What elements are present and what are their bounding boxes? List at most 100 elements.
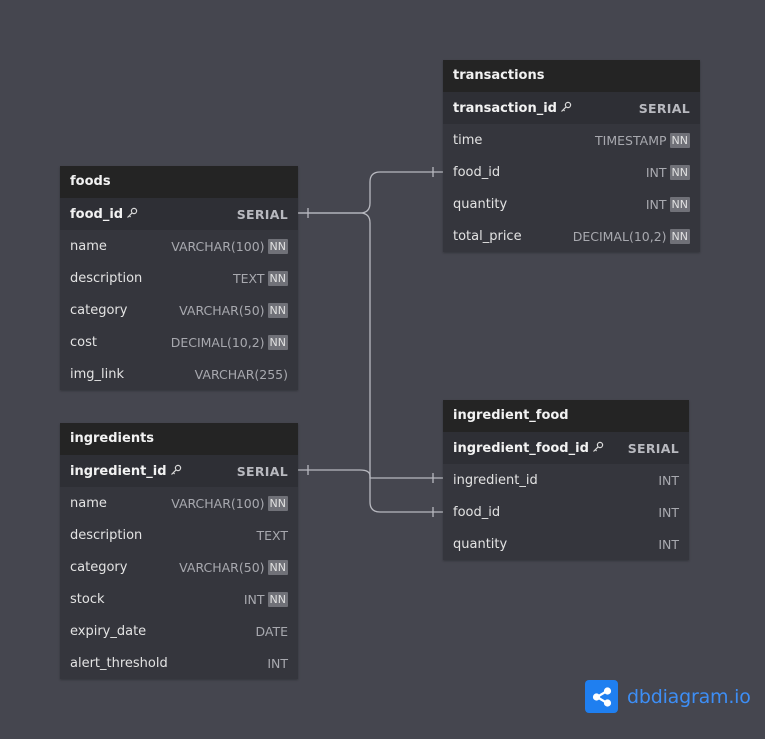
not-null-badge: NN xyxy=(267,559,288,575)
relationship-foods-ingredient-food[interactable] xyxy=(298,212,443,513)
table-header[interactable]: foods xyxy=(60,166,298,198)
not-null-badge: NN xyxy=(267,591,288,607)
field-name: food_id xyxy=(453,504,501,520)
field-type: INT xyxy=(645,196,667,212)
field-name: time xyxy=(453,132,483,148)
primary-key-row[interactable]: transaction_id SERIAL xyxy=(443,92,700,124)
field-type: TEXT xyxy=(256,527,288,543)
field-row[interactable]: stock INT NN xyxy=(60,583,298,615)
field-meta: INT xyxy=(658,473,679,488)
field-meta: SERIAL xyxy=(237,207,288,222)
not-null-badge: NN xyxy=(267,334,288,350)
field-row[interactable]: total_price DECIMAL(10,2) NN xyxy=(443,220,700,252)
not-null-badge: NN xyxy=(669,196,690,212)
field-type: SERIAL xyxy=(638,100,690,116)
brand-logo: dbdiagram.io xyxy=(585,680,751,713)
field-name-wrap: description xyxy=(70,271,142,286)
table-transactions[interactable]: transactions transaction_id SERIAL time TIME… xyxy=(443,60,700,252)
field-row[interactable]: img_link VARCHAR(255) xyxy=(60,358,298,390)
field-name-wrap: ingredient_id xyxy=(453,473,538,488)
field-name: name xyxy=(70,238,107,254)
table-ingredients[interactable]: ingredients ingredient_id SERIAL name VARCHA… xyxy=(60,423,298,679)
not-null-badge: NN xyxy=(267,302,288,318)
not-null-badge: NN xyxy=(267,238,288,254)
field-name-wrap: quantity xyxy=(453,537,507,552)
not-null-badge: NN xyxy=(669,132,690,148)
field-row[interactable]: category VARCHAR(50) NN xyxy=(60,294,298,326)
field-name: cost xyxy=(70,334,97,350)
field-type: DECIMAL(10,2) xyxy=(572,228,667,244)
field-type: TIMESTAMP xyxy=(595,132,667,148)
field-row[interactable]: food_id INT xyxy=(443,496,689,528)
relationship-foods-transactions[interactable] xyxy=(298,171,443,214)
field-name-wrap: name xyxy=(70,239,107,254)
field-name-wrap: food_id xyxy=(453,505,500,520)
field-name: quantity xyxy=(453,196,508,212)
key-icon xyxy=(127,207,138,218)
field-row[interactable]: cost DECIMAL(10,2) NN xyxy=(60,326,298,358)
field-name-wrap: img_link xyxy=(70,367,124,382)
field-row[interactable]: alert_threshold INT xyxy=(60,647,298,679)
field-name-wrap: cost xyxy=(70,335,97,350)
field-name: ingredient_id xyxy=(70,463,167,479)
field-meta: DATE xyxy=(255,624,288,639)
field-name-wrap: name xyxy=(70,496,107,511)
field-row[interactable]: time TIMESTAMP NN xyxy=(443,124,700,156)
field-row[interactable]: ingredient_id INT xyxy=(443,464,689,496)
field-row[interactable]: quantity INT xyxy=(443,528,689,560)
field-name: alert_threshold xyxy=(70,655,168,671)
field-name-wrap: food_id xyxy=(453,165,500,180)
primary-key-row[interactable]: ingredient_id SERIAL xyxy=(60,455,298,487)
key-icon xyxy=(561,101,572,112)
primary-key-row[interactable]: ingredient_food_id SERIAL xyxy=(443,432,689,464)
field-row[interactable]: name VARCHAR(100) NN xyxy=(60,230,298,262)
table-header[interactable]: transactions xyxy=(443,60,700,92)
field-row[interactable]: description TEXT NN xyxy=(60,262,298,294)
field-type: INT xyxy=(658,472,679,488)
field-row[interactable]: expiry_date DATE xyxy=(60,615,298,647)
field-row[interactable]: category VARCHAR(50) NN xyxy=(60,551,298,583)
field-name: category xyxy=(70,559,128,575)
table-ingredient-food[interactable]: ingredient_food ingredient_food_id SERIAL i… xyxy=(443,400,689,560)
field-row[interactable]: name VARCHAR(100) NN xyxy=(60,487,298,519)
brand-name: dbdiagram.io xyxy=(627,685,751,708)
field-name-wrap: transaction_id xyxy=(453,101,572,116)
field-meta: TEXT xyxy=(256,528,288,543)
field-name-wrap: time xyxy=(453,133,482,148)
primary-key-row[interactable]: food_id SERIAL xyxy=(60,198,298,230)
field-name-wrap: ingredient_food_id xyxy=(453,441,604,456)
table-foods[interactable]: foods food_id SERIAL name VARCHAR(100) NN desc… xyxy=(60,166,298,390)
field-name: description xyxy=(70,527,143,543)
diagram-canvas[interactable]: foods food_id SERIAL name VARCHAR(100) NN desc… xyxy=(0,0,765,739)
field-name: food_id xyxy=(70,206,124,222)
field-meta: INT xyxy=(658,537,679,552)
field-name: description xyxy=(70,270,143,286)
field-name: expiry_date xyxy=(70,623,147,639)
key-icon xyxy=(592,441,604,452)
field-type: SERIAL xyxy=(236,463,288,479)
field-meta: INT xyxy=(658,505,679,520)
field-type: VARCHAR(50) xyxy=(179,302,265,318)
field-row[interactable]: food_id INT NN xyxy=(443,156,700,188)
table-header[interactable]: ingredients xyxy=(60,423,298,455)
field-type: INT xyxy=(243,591,265,607)
field-meta: VARCHAR(100) NN xyxy=(171,495,288,511)
field-meta: INT NN xyxy=(646,164,690,180)
field-name: quantity xyxy=(453,536,508,552)
field-name-wrap: food_id xyxy=(70,207,138,222)
field-type: DECIMAL(10,2) xyxy=(170,334,265,350)
field-type: SERIAL xyxy=(236,206,288,222)
field-type: DATE xyxy=(255,623,288,639)
field-name: ingredient_food_id xyxy=(453,440,589,456)
field-meta: INT xyxy=(267,656,288,671)
field-meta: VARCHAR(50) NN xyxy=(179,559,288,575)
field-meta: DECIMAL(10,2) NN xyxy=(572,228,690,244)
table-header[interactable]: ingredient_food xyxy=(443,400,689,432)
field-type: VARCHAR(50) xyxy=(179,559,265,575)
field-name-wrap: alert_threshold xyxy=(70,656,168,671)
field-row[interactable]: quantity INT NN xyxy=(443,188,700,220)
field-name: transaction_id xyxy=(453,100,557,116)
field-row[interactable]: description TEXT xyxy=(60,519,298,551)
field-type: SERIAL xyxy=(627,440,679,456)
field-type: VARCHAR(100) xyxy=(171,495,265,511)
